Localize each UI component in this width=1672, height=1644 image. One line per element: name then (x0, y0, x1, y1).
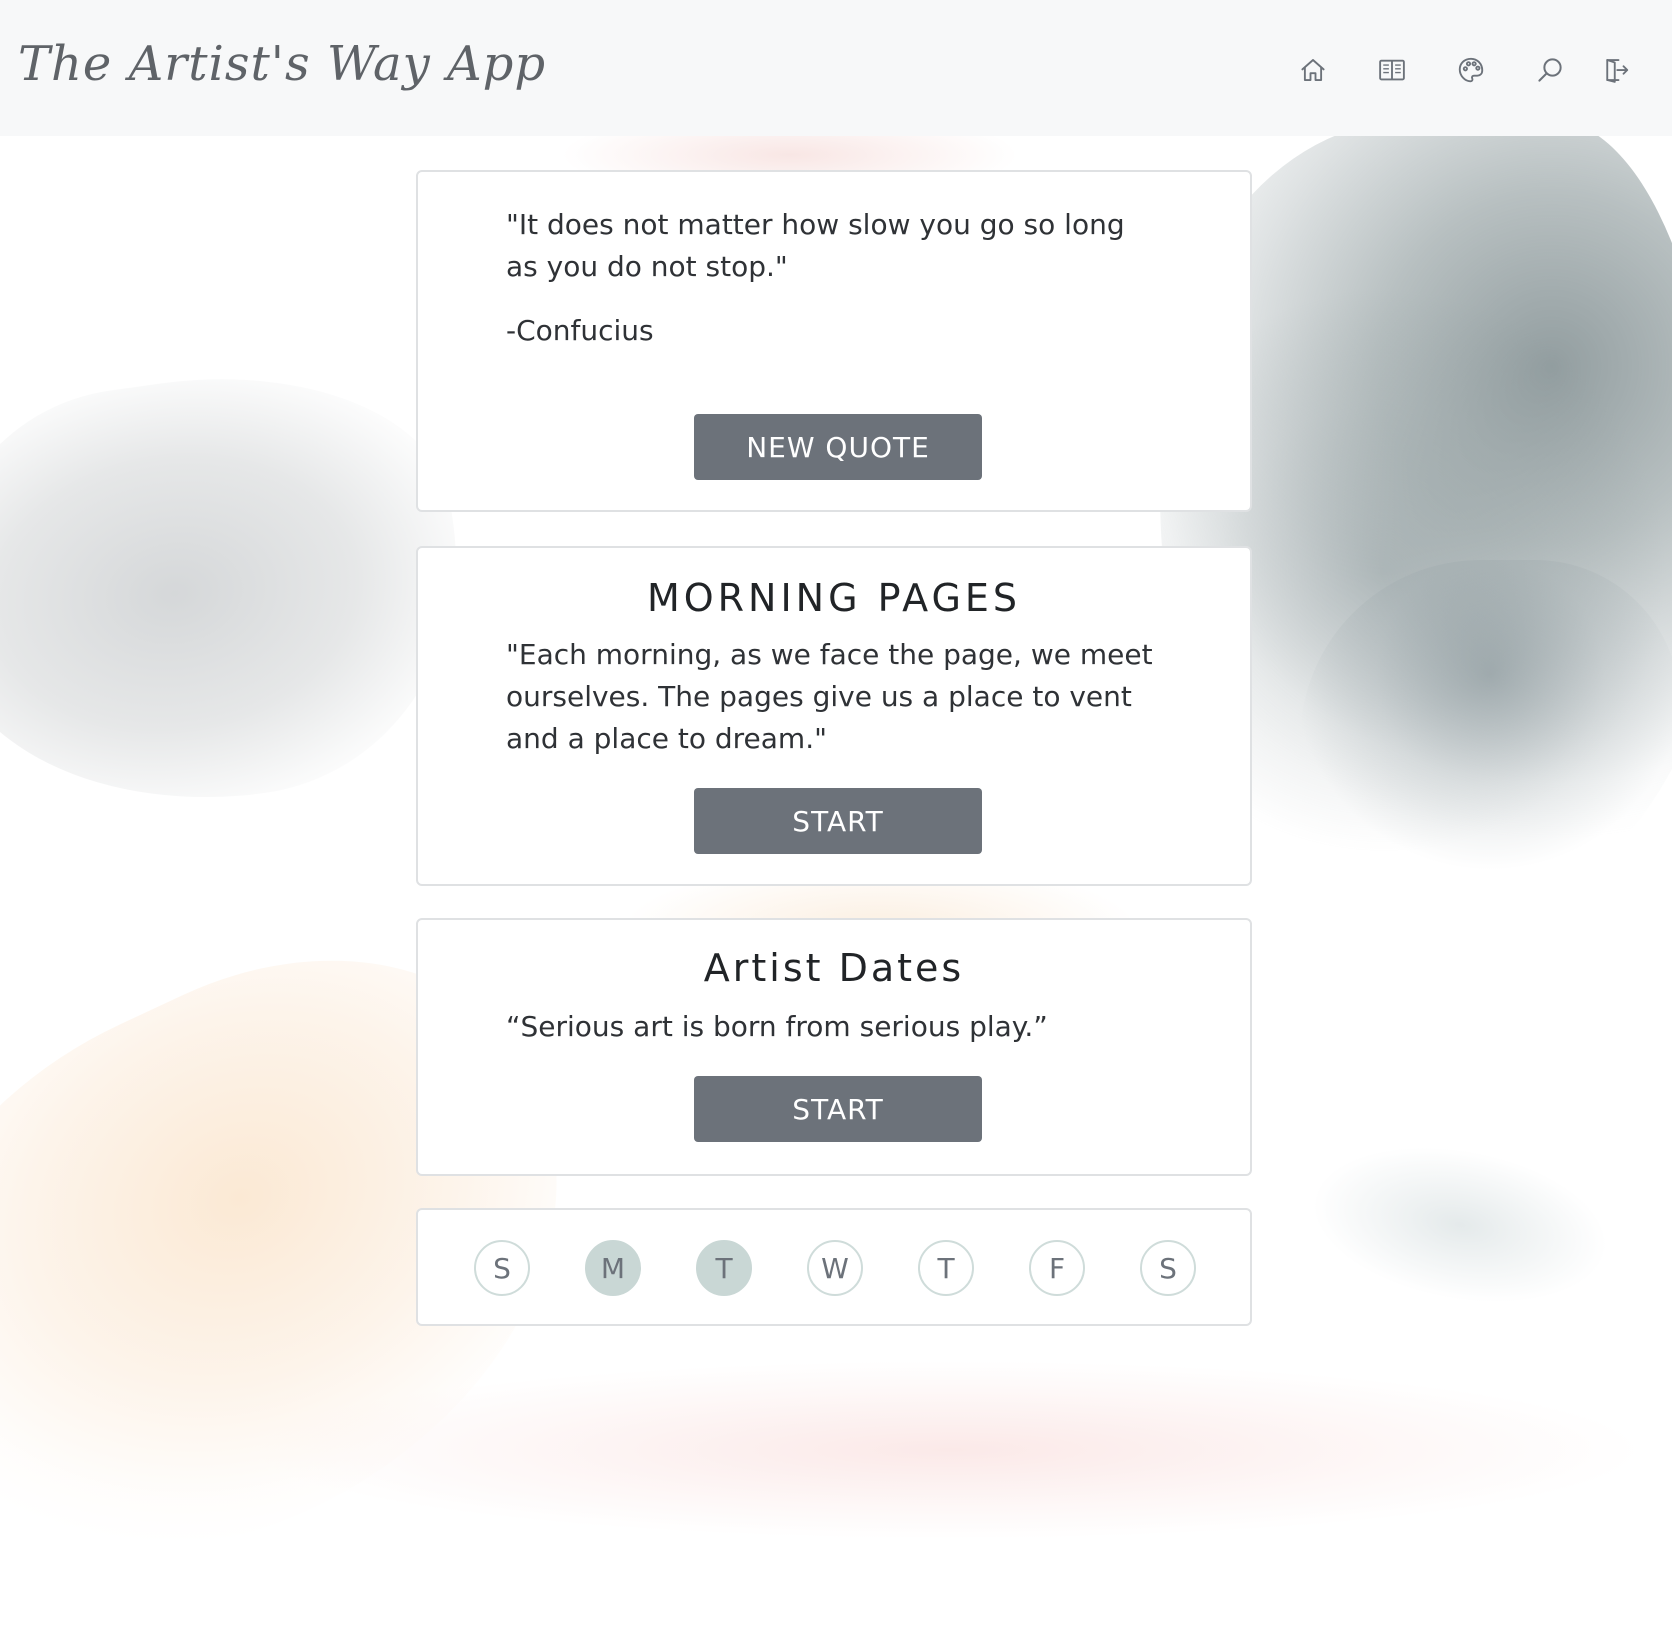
artist-dates-quote: “Serious art is born from serious play.” (506, 1010, 1048, 1043)
artist-dates-nav-button[interactable] (1451, 50, 1491, 90)
day-sunday[interactable]: S (474, 1240, 530, 1296)
day-monday[interactable]: M (585, 1240, 641, 1296)
palette-icon (1458, 57, 1484, 83)
search-button[interactable] (1530, 50, 1570, 90)
search-icon (1538, 58, 1562, 82)
pink-watercolor-wash (250, 1360, 1650, 1540)
quote-author: -Confucius (506, 314, 654, 347)
morning-pages-nav-button[interactable] (1372, 50, 1412, 90)
new-quote-button[interactable]: NEW QUOTE (694, 414, 982, 480)
day-thursday[interactable]: T (918, 1240, 974, 1296)
app-header: The Artist's Way App (0, 0, 1672, 136)
gray-watercolor-wash (0, 345, 487, 835)
day-wednesday[interactable]: W (807, 1240, 863, 1296)
day-saturday[interactable]: S (1140, 1240, 1196, 1296)
app-title[interactable]: The Artist's Way App (18, 36, 546, 92)
week-tracker-card: S M T W T F S (416, 1208, 1252, 1326)
artist-dates-title: Artist Dates (703, 946, 965, 990)
logout-icon (1606, 59, 1629, 83)
artist-dates-card: Artist Dates “Serious art is born from s… (416, 918, 1252, 1176)
day-tuesday[interactable]: T (696, 1240, 752, 1296)
gray-watercolor-splatter-lower (1300, 560, 1672, 940)
day-friday[interactable]: F (1029, 1240, 1085, 1296)
daily-quote-text: "It does not matter how slow you go so l… (506, 208, 1125, 283)
open-book-icon (1379, 59, 1405, 81)
morning-pages-quote: "Each morning, as we face the page, we m… (506, 638, 1153, 755)
week-days: S M T W T F S (474, 1240, 1196, 1296)
logout-button[interactable] (1596, 50, 1636, 90)
home-icon (1301, 59, 1325, 81)
quote-card: "It does not matter how slow you go so l… (416, 170, 1252, 512)
start-morning-pages-button[interactable]: START (694, 788, 982, 854)
gray-watercolor-wash-small (1299, 1125, 1621, 1325)
home-button[interactable] (1293, 50, 1333, 90)
morning-pages-card: MORNING PAGES "Each morning, as we face … (416, 546, 1252, 886)
start-artist-date-button[interactable]: START (694, 1076, 982, 1142)
main-nav (1293, 50, 1636, 90)
morning-pages-title: MORNING PAGES (646, 576, 1022, 620)
